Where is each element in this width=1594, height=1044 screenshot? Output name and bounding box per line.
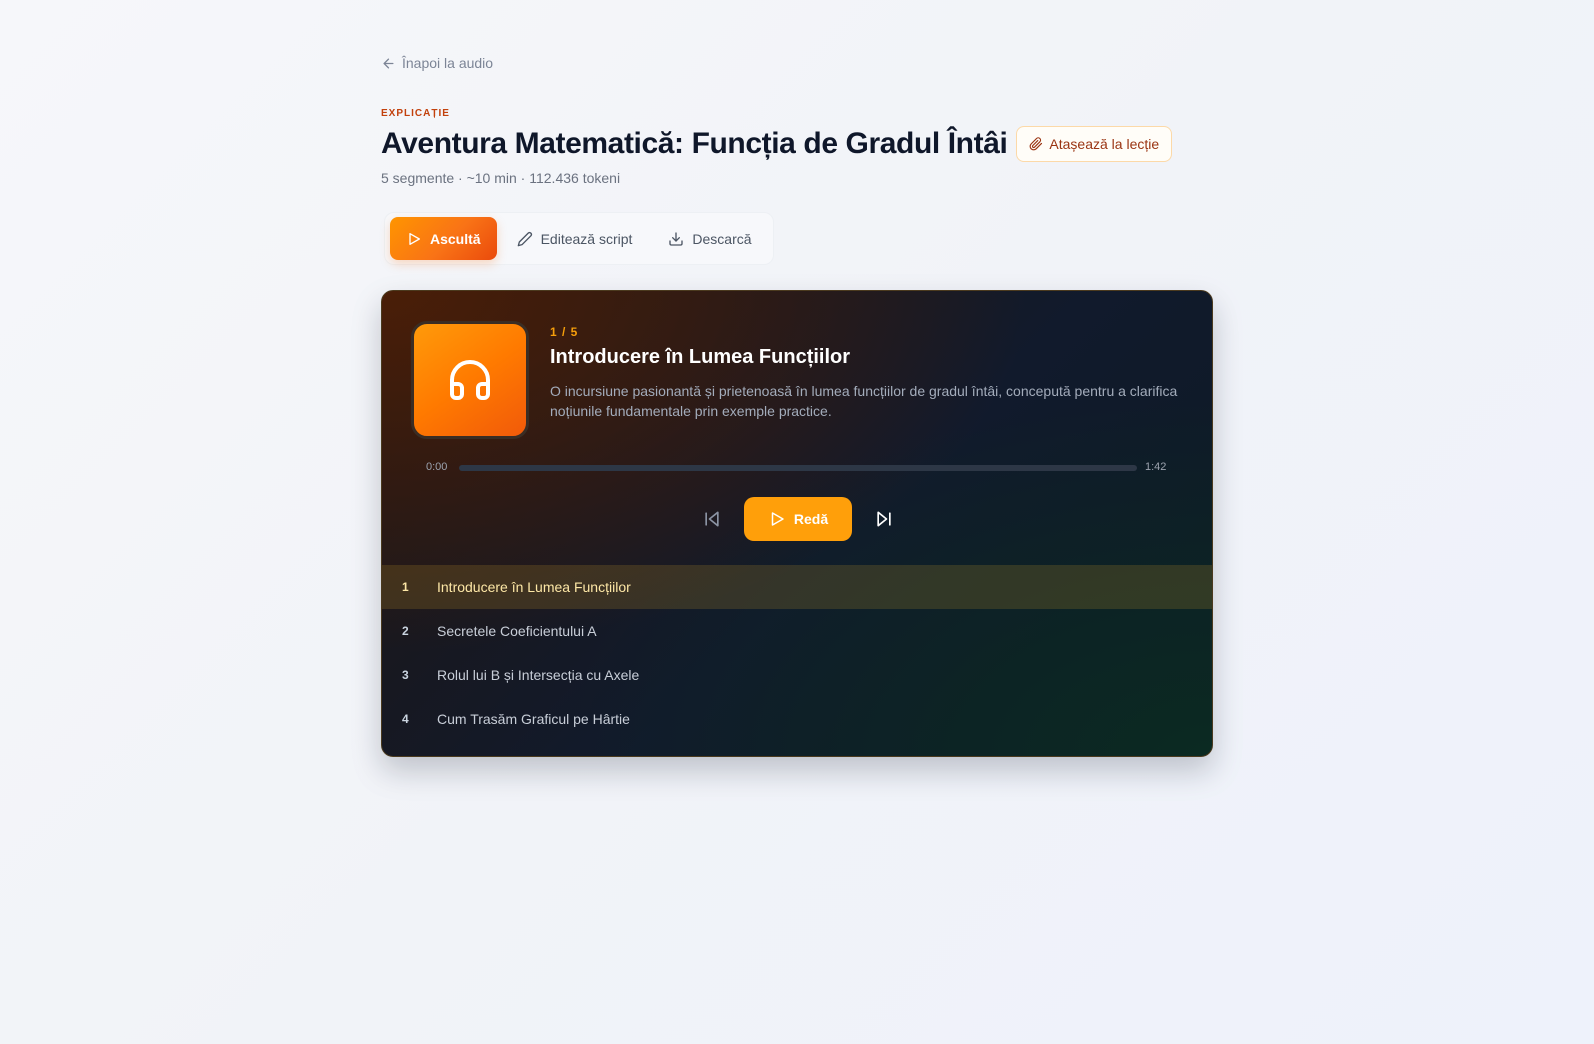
segment-list: 1 Introducere în Lumea Funcțiilor 2 Secr… [382, 565, 1212, 741]
tab-edit-script[interactable]: Editează script [501, 217, 649, 260]
player-controls: Redă [382, 497, 1212, 541]
tab-download[interactable]: Descarcă [652, 217, 767, 260]
current-segment-title: Introducere în Lumea Funcțiilor [550, 346, 851, 368]
cover-art [411, 321, 529, 439]
back-link-label: Înapoi la audio [402, 55, 494, 71]
segment-counter: 1 / 5 [550, 325, 579, 339]
progress-bar[interactable] [459, 465, 1137, 471]
back-link[interactable]: Înapoi la audio [381, 55, 493, 71]
page-title: Aventura Matematică: Funcția de Gradul Î… [381, 127, 1008, 160]
audio-meta: 5 segmente · ~10 min · 112.436 tokeni [381, 170, 621, 186]
tab-listen[interactable]: Ascultă [390, 217, 497, 260]
segment-number: 4 [402, 712, 409, 726]
segment-title: Cum Trasăm Graficul pe Hârtie [437, 711, 630, 727]
segment-title: Rolul lui B și Intersecția cu Axele [437, 667, 640, 683]
tab-edit-script-label: Editează script [540, 230, 633, 247]
pencil-icon [517, 231, 532, 246]
segment-item-1[interactable]: 1 Introducere în Lumea Funcțiilor [382, 565, 1212, 609]
play-icon [771, 512, 784, 526]
segment-number: 2 [402, 624, 409, 638]
segment-title: Secretele Coeficientului A [437, 623, 597, 639]
attach-label: Atașează la lecție [1049, 136, 1160, 152]
segment-title: Introducere în Lumea Funcțiilor [437, 579, 631, 595]
play-button-label: Redă [793, 511, 829, 527]
previous-button[interactable] [692, 499, 732, 539]
tab-download-label: Descarcă [692, 230, 752, 247]
play-icon [409, 232, 420, 245]
headphones-icon [450, 360, 490, 400]
audio-player: 1 / 5 Introducere în Lumea Funcțiilor O … [381, 290, 1213, 757]
segment-item-2[interactable]: 2 Secretele Coeficientului A [382, 609, 1212, 653]
next-button[interactable] [864, 499, 904, 539]
download-icon [669, 231, 684, 246]
arrow-left-icon [383, 58, 394, 68]
current-segment-description: O incursiune pasionantă și prietenoasă î… [550, 383, 1178, 419]
title-row: Aventura Matematică: Funcția de Gradul Î… [381, 126, 1173, 162]
tab-listen-label: Ascultă [430, 230, 481, 247]
attach-to-lesson-button[interactable]: Atașează la lecție [1016, 126, 1173, 162]
view-tabs: Ascultă Editează script Descarcă [384, 212, 774, 265]
time-current: 0:00 [426, 461, 448, 473]
paperclip-icon [1030, 137, 1043, 151]
content-type-label: EXPLICAȚIE [381, 108, 450, 119]
skip-back-icon [705, 511, 719, 527]
segment-item-4[interactable]: 4 Cum Trasăm Graficul pe Hârtie [382, 697, 1212, 741]
play-button[interactable]: Redă [743, 497, 853, 541]
segment-item-3[interactable]: 3 Rolul lui B și Intersecția cu Axele [382, 653, 1212, 697]
skip-forward-icon [877, 511, 891, 527]
time-total: 1:42 [1145, 461, 1167, 473]
segment-number: 1 [402, 580, 409, 594]
segment-number: 3 [402, 668, 409, 682]
